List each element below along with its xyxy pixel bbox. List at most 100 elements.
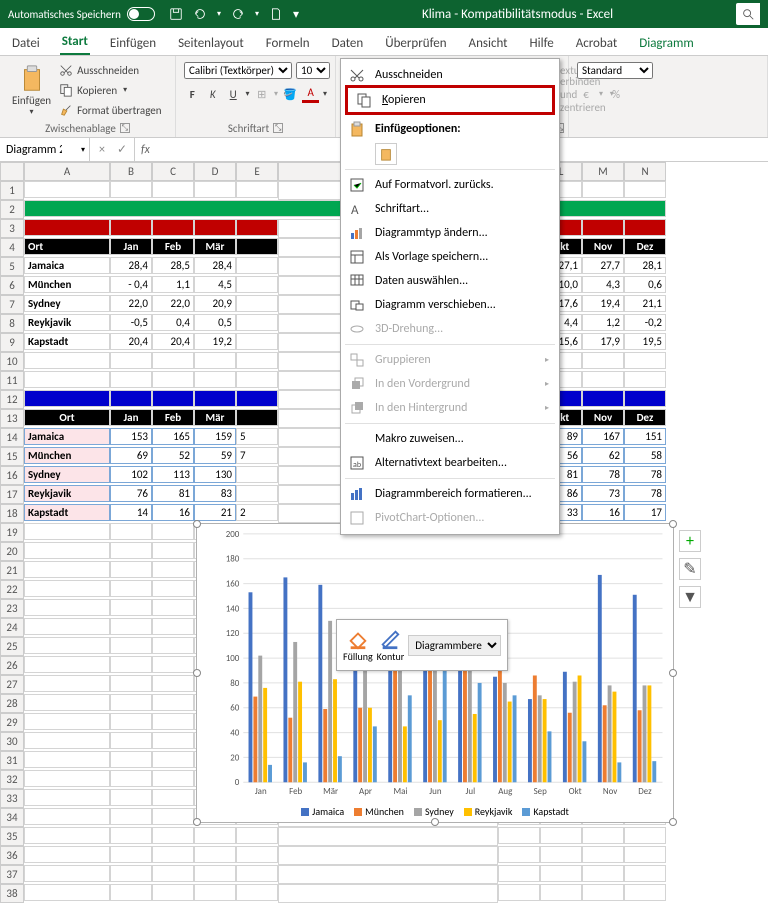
chart-plot-area[interactable]: 020406080100120140160180200JanFebMärAprM…	[197, 524, 673, 822]
cell[interactable]	[194, 846, 236, 863]
cell[interactable]	[194, 181, 236, 198]
col-header[interactable]: A	[24, 162, 110, 181]
cell[interactable]: 0,6	[624, 276, 666, 293]
fx-icon[interactable]: fx	[135, 143, 156, 157]
cell[interactable]: Jamaica	[24, 257, 110, 274]
table2-header[interactable]: Feb	[152, 409, 194, 426]
cell[interactable]	[110, 637, 152, 654]
cell[interactable]: 1,1	[152, 276, 194, 293]
row-header[interactable]: 33	[0, 789, 24, 808]
cell[interactable]	[110, 846, 152, 863]
cell[interactable]	[582, 181, 624, 198]
cell[interactable]	[582, 219, 624, 236]
cell[interactable]	[110, 561, 152, 578]
ctx-reset-format[interactable]: Auf Formatvorl. zurücks.	[341, 173, 559, 197]
cell[interactable]	[110, 770, 152, 787]
row-header[interactable]: 38	[0, 884, 24, 903]
cell[interactable]: 16	[152, 504, 194, 521]
table2-header[interactable]: Mär	[194, 409, 236, 426]
cell[interactable]: 19,4	[582, 295, 624, 312]
fill-color-button[interactable]: 🪣	[282, 85, 298, 103]
cell[interactable]	[24, 618, 110, 635]
row-header[interactable]: 35	[0, 827, 24, 846]
cell[interactable]	[194, 884, 236, 901]
cell[interactable]	[152, 827, 194, 844]
cell[interactable]	[152, 580, 194, 597]
cell[interactable]	[24, 580, 110, 597]
bold-button[interactable]: F	[184, 85, 200, 103]
cell[interactable]	[194, 390, 236, 407]
cell[interactable]: 59	[194, 447, 236, 464]
number-format-select[interactable]: Standard	[577, 62, 653, 79]
cell[interactable]: 0,5	[194, 314, 236, 331]
ctx-assign-macro[interactable]: Makro zuweisen...	[341, 427, 559, 451]
cell[interactable]	[152, 770, 194, 787]
cell[interactable]	[498, 884, 540, 901]
italic-button[interactable]: K	[204, 85, 220, 103]
cell[interactable]	[540, 846, 582, 863]
cell[interactable]	[24, 884, 110, 901]
col-header[interactable]: M	[582, 162, 624, 181]
cell[interactable]	[24, 352, 110, 369]
col-header[interactable]: E	[236, 162, 278, 181]
cell[interactable]: 153	[110, 428, 152, 445]
cell[interactable]: 69	[110, 447, 152, 464]
cell[interactable]	[110, 618, 152, 635]
tab-ansicht[interactable]: Ansicht	[467, 32, 510, 55]
undo-dropdown-icon[interactable]: ▾	[217, 9, 221, 19]
row-header[interactable]: 17	[0, 485, 24, 504]
cell[interactable]	[582, 846, 624, 863]
row-header[interactable]: 19	[0, 523, 24, 542]
border-button[interactable]: ⊞	[253, 85, 269, 103]
cell[interactable]: 62	[582, 447, 624, 464]
cell[interactable]: München	[24, 276, 110, 293]
ctx-font[interactable]: A Schriftart...	[341, 197, 559, 221]
table1-header[interactable]: Jan	[110, 238, 152, 255]
tab-datei[interactable]: Datei	[10, 32, 42, 55]
cell[interactable]: 28,4	[194, 257, 236, 274]
cell[interactable]	[152, 846, 194, 863]
cell[interactable]	[152, 618, 194, 635]
row-header[interactable]: 36	[0, 846, 24, 865]
cell[interactable]: 27,7	[582, 257, 624, 274]
ctx-alt-text[interactable]: ab Alternativtext bearbeiten...	[341, 451, 559, 475]
row-header[interactable]: 7	[0, 295, 24, 314]
autosave-toggle[interactable]: Automatisches Speichern	[8, 7, 155, 21]
table2-header[interactable]: Jan	[110, 409, 152, 426]
row-header[interactable]: 22	[0, 580, 24, 599]
row-header[interactable]: 37	[0, 865, 24, 884]
cell[interactable]	[152, 656, 194, 673]
row-header[interactable]: 29	[0, 713, 24, 732]
cell[interactable]	[582, 884, 624, 901]
cell[interactable]: Reykjavik	[24, 314, 110, 331]
cell[interactable]	[152, 219, 194, 236]
cell[interactable]	[624, 827, 666, 844]
cell[interactable]: 167	[582, 428, 624, 445]
tab-formeln[interactable]: Formeln	[264, 32, 312, 55]
cell[interactable]	[110, 827, 152, 844]
ctx-format-chart-area[interactable]: Diagrammbereich formatieren...	[341, 482, 559, 506]
ctx-paste-opt-1[interactable]	[375, 143, 397, 165]
cell[interactable]	[24, 713, 110, 730]
cell[interactable]	[624, 371, 666, 388]
cancel-formula-icon[interactable]: ×	[94, 143, 110, 157]
cell[interactable]: -0,2	[624, 314, 666, 331]
cell[interactable]: 78	[582, 466, 624, 483]
cell[interactable]	[152, 390, 194, 407]
table2-header[interactable]: Ort	[24, 409, 110, 426]
ctx-select-data[interactable]: Daten auswählen...	[341, 269, 559, 293]
cell[interactable]	[24, 694, 110, 711]
cell[interactable]	[498, 827, 540, 844]
table1-header[interactable]: Ort	[24, 238, 110, 255]
cell[interactable]	[152, 637, 194, 654]
cell[interactable]	[24, 732, 110, 749]
cell[interactable]: 52	[152, 447, 194, 464]
cell[interactable]	[24, 371, 110, 388]
chart-element-add-icon[interactable]: +	[679, 530, 701, 552]
redo-icon[interactable]	[231, 7, 245, 21]
ctx-save-template[interactable]: Als Vorlage speichern...	[341, 245, 559, 269]
cell[interactable]	[24, 219, 110, 236]
cell[interactable]	[24, 390, 110, 407]
row-header[interactable]: 12	[0, 390, 24, 409]
cell[interactable]: Reykjavik	[24, 485, 110, 502]
